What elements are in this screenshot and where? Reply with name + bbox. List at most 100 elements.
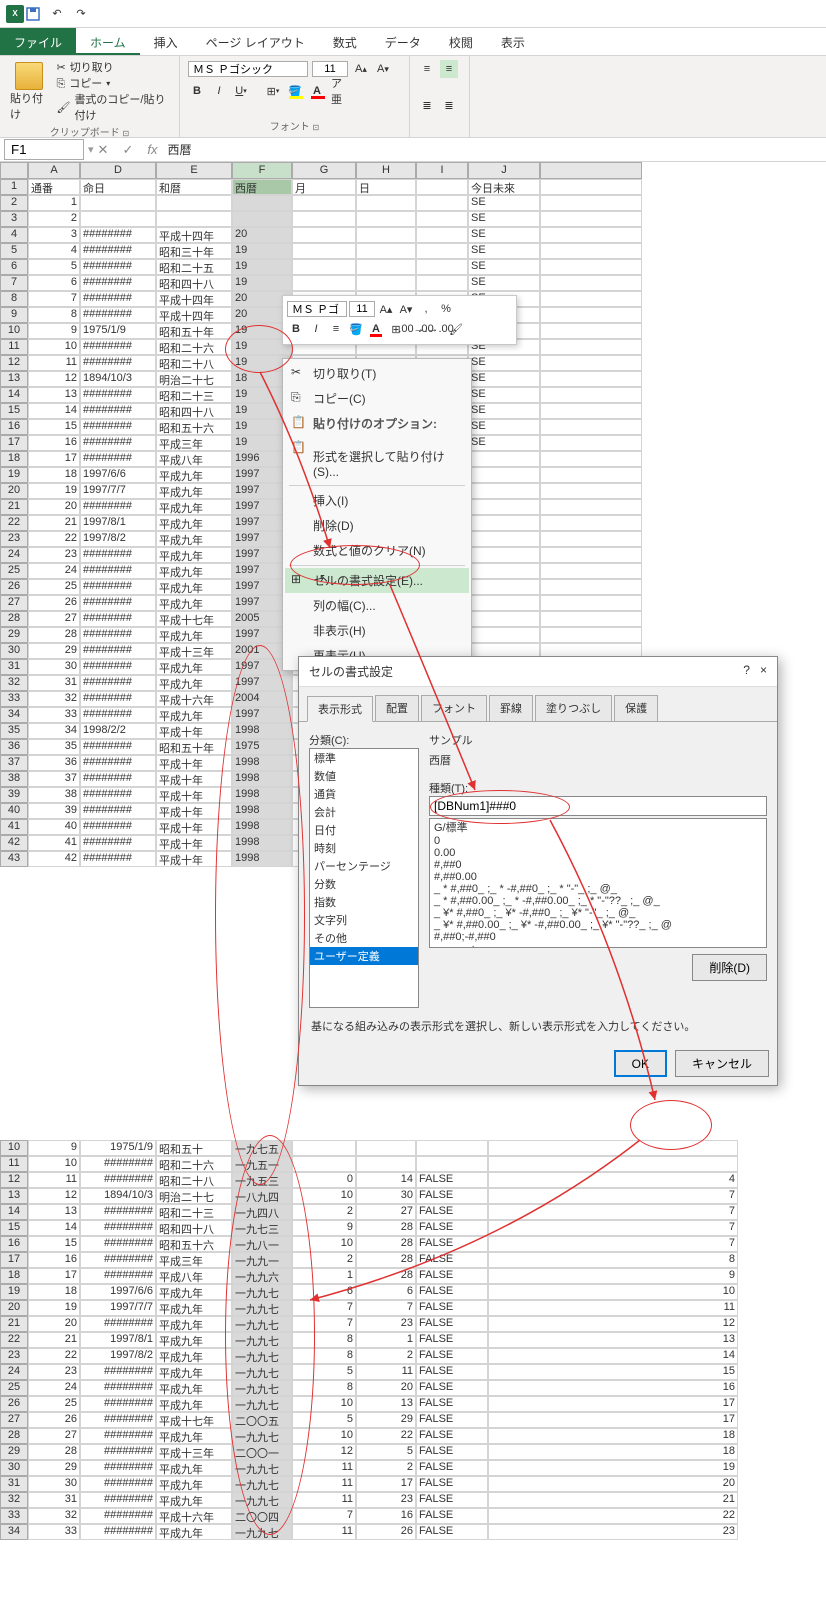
cell[interactable]: 昭和五十年 bbox=[156, 739, 232, 755]
cell[interactable]: ######## bbox=[80, 1396, 156, 1412]
cell[interactable] bbox=[292, 1156, 356, 1172]
col-header-G[interactable]: G bbox=[292, 162, 356, 179]
row-header[interactable]: 13 bbox=[0, 371, 28, 387]
cell[interactable]: 一九九七 bbox=[232, 1348, 292, 1364]
row-header[interactable]: 22 bbox=[0, 515, 28, 531]
cell[interactable]: ######## bbox=[80, 1316, 156, 1332]
cell[interactable]: FALSE bbox=[416, 1220, 488, 1236]
cell[interactable] bbox=[540, 179, 642, 195]
cell[interactable]: ######## bbox=[80, 1508, 156, 1524]
cell[interactable]: ######## bbox=[80, 819, 156, 835]
cell[interactable]: 22 bbox=[28, 531, 80, 547]
cell[interactable]: 1997 bbox=[232, 675, 292, 691]
row-header[interactable]: 16 bbox=[0, 1236, 28, 1252]
cell[interactable]: SE bbox=[468, 403, 540, 419]
cell[interactable]: 一九九七 bbox=[232, 1524, 292, 1540]
cell[interactable]: 平成十三年 bbox=[156, 1444, 232, 1460]
row-header[interactable]: 20 bbox=[0, 1300, 28, 1316]
cell[interactable]: ######## bbox=[80, 771, 156, 787]
cell[interactable] bbox=[540, 451, 642, 467]
cell[interactable]: 一九九七 bbox=[232, 1316, 292, 1332]
cell[interactable]: 1997/7/7 bbox=[80, 483, 156, 499]
cell[interactable]: 一九九七 bbox=[232, 1428, 292, 1444]
row-header[interactable]: 17 bbox=[0, 435, 28, 451]
cell[interactable]: ######## bbox=[80, 627, 156, 643]
type-list-item[interactable]: _ * #,##0_ ;_ * -#,##0_ ;_ * "-"_ ;_ @_ bbox=[430, 883, 766, 895]
cell[interactable] bbox=[292, 227, 356, 243]
cell[interactable]: 21 bbox=[28, 515, 80, 531]
cell[interactable]: 平成十七年 bbox=[156, 611, 232, 627]
cell[interactable]: ######## bbox=[80, 1268, 156, 1284]
cell[interactable] bbox=[416, 259, 468, 275]
cell[interactable] bbox=[416, 243, 468, 259]
cell[interactable]: 昭和二十八 bbox=[156, 355, 232, 371]
type-list-item[interactable]: _ * #,##0.00_ ;_ * -#,##0.00_ ;_ * "-"??… bbox=[430, 895, 766, 907]
mini-font-size[interactable] bbox=[349, 301, 375, 317]
cell[interactable] bbox=[416, 195, 468, 211]
cell[interactable]: 31 bbox=[28, 675, 80, 691]
cell[interactable]: 17 bbox=[488, 1412, 738, 1428]
copy-button[interactable]: ⎘コピー ▾ bbox=[56, 76, 171, 92]
cm-cut[interactable]: ✂切り取り(T) bbox=[285, 361, 469, 386]
cell[interactable]: FALSE bbox=[416, 1508, 488, 1524]
row-header[interactable]: 31 bbox=[0, 659, 28, 675]
cell[interactable]: 1998 bbox=[232, 723, 292, 739]
cell[interactable] bbox=[468, 627, 540, 643]
cell[interactable]: 一九九七 bbox=[232, 1380, 292, 1396]
cell[interactable]: FALSE bbox=[416, 1396, 488, 1412]
cell[interactable]: 13 bbox=[488, 1332, 738, 1348]
cell[interactable]: SE bbox=[468, 211, 540, 227]
cell[interactable] bbox=[468, 499, 540, 515]
row-header[interactable]: 33 bbox=[0, 1508, 28, 1524]
cell[interactable]: 昭和四十八 bbox=[156, 403, 232, 419]
row-header[interactable]: 7 bbox=[0, 275, 28, 291]
cell[interactable]: 39 bbox=[28, 803, 80, 819]
cell[interactable]: 11 bbox=[292, 1492, 356, 1508]
type-list-item[interactable]: 0.00 bbox=[430, 847, 766, 859]
cell[interactable]: SE bbox=[468, 387, 540, 403]
cell[interactable]: 一九九七 bbox=[232, 1460, 292, 1476]
cell[interactable] bbox=[356, 275, 416, 291]
cell[interactable]: 平成十年 bbox=[156, 723, 232, 739]
align-top-icon[interactable]: ≡ bbox=[418, 60, 436, 78]
cell[interactable]: 23 bbox=[356, 1316, 416, 1332]
cell[interactable]: SE bbox=[468, 243, 540, 259]
mini-comma-style-icon[interactable]: , bbox=[417, 300, 435, 318]
cell[interactable]: ######## bbox=[80, 1380, 156, 1396]
cell[interactable]: 7 bbox=[292, 1316, 356, 1332]
cell[interactable]: FALSE bbox=[416, 1460, 488, 1476]
cell[interactable]: 7 bbox=[488, 1220, 738, 1236]
cell[interactable]: 29 bbox=[28, 643, 80, 659]
dlg-tab-font[interactable]: フォント bbox=[421, 695, 487, 721]
cell[interactable]: 平成九年 bbox=[156, 1428, 232, 1444]
cell[interactable]: 10 bbox=[28, 1156, 80, 1172]
cell[interactable] bbox=[540, 467, 642, 483]
cell[interactable] bbox=[540, 579, 642, 595]
cell[interactable] bbox=[416, 1156, 488, 1172]
row-header[interactable]: 10 bbox=[0, 1140, 28, 1156]
cell[interactable]: 平成九年 bbox=[156, 1380, 232, 1396]
cell[interactable]: 30 bbox=[28, 1476, 80, 1492]
row-header[interactable]: 3 bbox=[0, 211, 28, 227]
row-header[interactable]: 30 bbox=[0, 643, 28, 659]
cell[interactable]: ######## bbox=[80, 275, 156, 291]
tab-review[interactable]: 校閲 bbox=[435, 28, 487, 55]
cell[interactable] bbox=[540, 595, 642, 611]
cell[interactable]: 28 bbox=[356, 1220, 416, 1236]
cell[interactable]: 20 bbox=[356, 1380, 416, 1396]
cell[interactable]: FALSE bbox=[416, 1428, 488, 1444]
cell[interactable] bbox=[468, 547, 540, 563]
cell[interactable]: SE bbox=[468, 355, 540, 371]
cell[interactable]: ######## bbox=[80, 227, 156, 243]
cell[interactable]: ######## bbox=[80, 1412, 156, 1428]
row-header[interactable]: 26 bbox=[0, 1396, 28, 1412]
cell[interactable]: 15 bbox=[28, 419, 80, 435]
cell[interactable]: ######## bbox=[80, 1444, 156, 1460]
cell[interactable] bbox=[232, 195, 292, 211]
cell[interactable]: 平成九年 bbox=[156, 531, 232, 547]
category-item[interactable]: 会計 bbox=[310, 803, 418, 821]
cell[interactable]: 23 bbox=[28, 547, 80, 563]
cell[interactable]: 1998 bbox=[232, 771, 292, 787]
cell[interactable]: 35 bbox=[28, 739, 80, 755]
row-header[interactable]: 23 bbox=[0, 531, 28, 547]
